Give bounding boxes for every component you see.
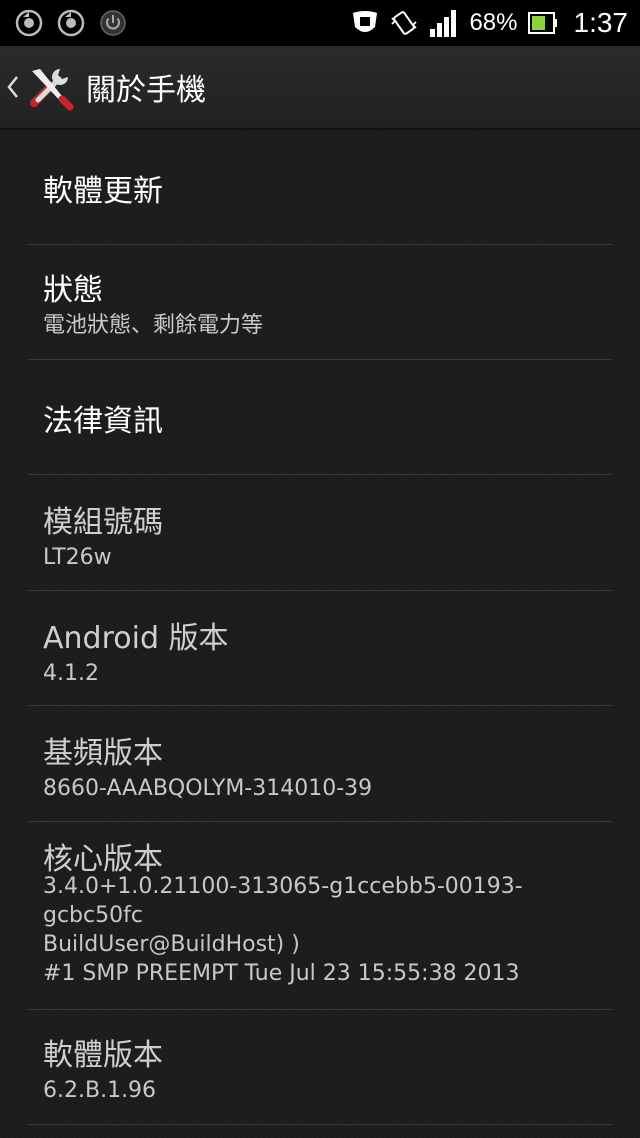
- signal-icon: [430, 10, 457, 37]
- page-title: 關於手機: [86, 73, 206, 108]
- item-summary: 8660-AAABQOLYM-314010-39: [43, 776, 373, 801]
- power-icon: [100, 10, 126, 36]
- list-item-baseband-version: 基頻版本 8660-AAABQOLYM-314010-39: [28, 706, 612, 822]
- battery-icon: [527, 12, 557, 34]
- item-title: 軟體版本: [43, 1038, 163, 1073]
- vibrate-icon: [391, 11, 418, 35]
- kernel-line: #1 SMP PREEMPT Tue Jul 23 15:55:38 2013: [43, 961, 520, 986]
- kernel-line: gcbc50fc: [43, 903, 143, 928]
- sync-icon: [15, 9, 43, 37]
- kernel-line: 3.4.0+1.0.21100-313065-g1ccebb5-00193-: [43, 874, 523, 899]
- about-phone-list: 軟體更新 狀態 電池狀態、剩餘電力等 法律資訊 模組號碼 LT26w Andro…: [0, 130, 640, 1138]
- kernel-line: BuildUser@BuildHost) ): [43, 932, 300, 957]
- item-title: 軟體更新: [43, 174, 163, 209]
- list-item-kernel-version: 核心版本 3.4.0+1.0.21100-313065-g1ccebb5-001…: [28, 822, 612, 1010]
- battery-percent: 68%: [469, 9, 518, 36]
- status-bar: 68% 1:37: [0, 0, 640, 46]
- settings-tools-icon[interactable]: [26, 63, 74, 111]
- list-item-model-number: 模組號碼 LT26w: [28, 475, 612, 591]
- action-bar: 關於手機: [0, 46, 640, 130]
- shield-icon: [353, 11, 378, 32]
- notification-icons: [14, 8, 128, 38]
- list-item-status[interactable]: 狀態 電池狀態、剩餘電力等: [28, 245, 612, 360]
- list-item-software-update[interactable]: 軟體更新: [28, 130, 612, 245]
- sync-icon: [57, 9, 85, 37]
- list-item-android-version[interactable]: Android 版本 4.1.2: [28, 591, 612, 706]
- item-title: 基頻版本: [43, 736, 163, 771]
- item-title: 模組號碼: [43, 505, 163, 540]
- item-summary: 6.2.B.1.96: [43, 1078, 157, 1103]
- item-summary: 4.1.2: [43, 661, 99, 686]
- list-item-legal-info[interactable]: 法律資訊: [28, 360, 612, 475]
- clock: 1:37: [573, 7, 629, 38]
- item-summary: LT26w: [43, 545, 112, 570]
- list-item-software-version: 軟體版本 6.2.B.1.96: [28, 1010, 612, 1125]
- item-title: 狀態: [43, 273, 103, 308]
- back-chevron-icon[interactable]: [6, 74, 20, 100]
- system-icons: 68% 1:37: [351, 6, 628, 40]
- item-title: 法律資訊: [43, 404, 163, 439]
- item-summary: 電池狀態、剩餘電力等: [43, 313, 264, 338]
- item-title: Android 版本: [43, 621, 229, 656]
